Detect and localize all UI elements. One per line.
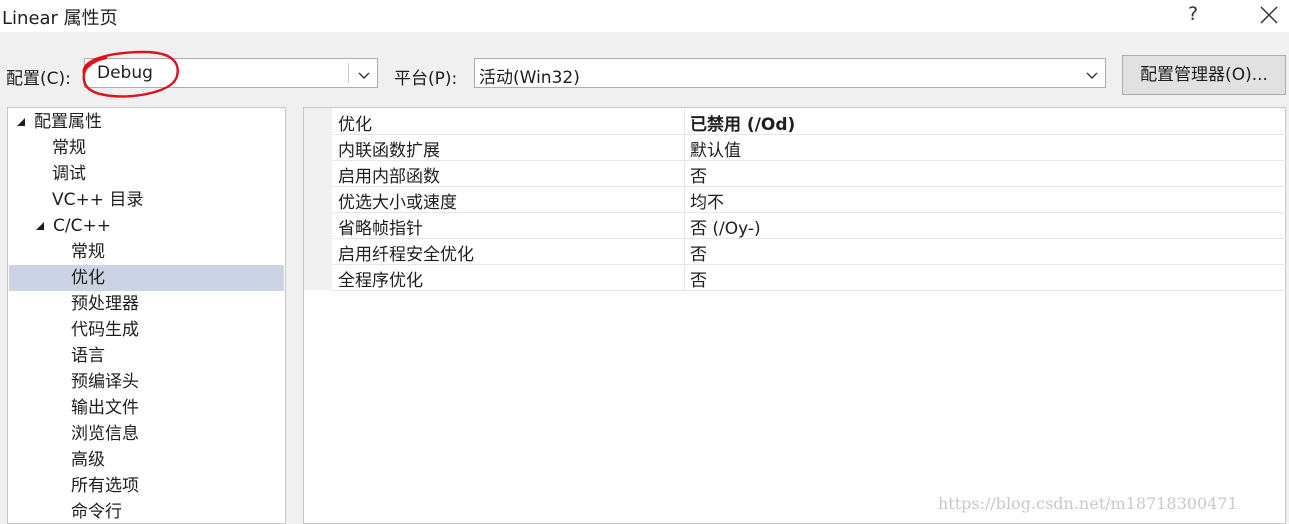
tree-item-label: 优化: [71, 268, 105, 288]
watermark: https://blog.csdn.net/m18718300471: [938, 494, 1238, 513]
property-value[interactable]: 否: [690, 162, 707, 187]
grid-gutter: [304, 108, 332, 290]
config-select[interactable]: Debug: [84, 58, 378, 88]
property-value[interactable]: 已禁用 (/Od): [690, 110, 795, 135]
config-select-value: Debug: [97, 63, 153, 83]
property-name: 内联函数扩展: [338, 141, 440, 161]
property-name: 优选大小或速度: [338, 193, 457, 213]
tree-item-advanced[interactable]: 高级: [71, 447, 105, 473]
property-value[interactable]: 否: [690, 266, 707, 291]
property-row[interactable]: 启用纤程安全优化 否: [332, 239, 1286, 265]
title-bar: Linear 属性页 ?: [0, 0, 1289, 32]
property-grid[interactable]: 优化 已禁用 (/Od) 内联函数扩展 默认值 启用内部函数 否 优选大小或速度…: [303, 107, 1286, 524]
tree-item-label: C/C++: [53, 216, 111, 236]
property-row[interactable]: 启用内部函数 否: [332, 161, 1286, 187]
property-name: 启用内部函数: [338, 167, 440, 187]
expanded-triangle-icon[interactable]: [16, 117, 26, 127]
column-divider: [684, 187, 685, 212]
property-value[interactable]: 否: [690, 240, 707, 265]
tree-item-config-properties[interactable]: 配置属性: [14, 109, 284, 135]
property-value[interactable]: 均不: [690, 188, 724, 213]
column-divider: [684, 109, 685, 134]
chevron-down-icon[interactable]: [1085, 67, 1099, 79]
tree-item-language[interactable]: 语言: [71, 343, 105, 369]
tree-item-all-options[interactable]: 所有选项: [71, 473, 139, 499]
column-divider: [684, 161, 685, 186]
help-button[interactable]: ?: [1188, 3, 1198, 25]
tree-item-cpp[interactable]: C/C++: [33, 213, 283, 239]
tree-item-browse-information[interactable]: 浏览信息: [71, 421, 139, 447]
tree-item-general[interactable]: 常规: [52, 135, 86, 161]
property-name: 启用纤程安全优化: [338, 245, 474, 265]
property-name: 省略帧指针: [338, 219, 423, 239]
property-name: 优化: [338, 115, 372, 135]
property-tree[interactable]: 配置属性 常规 调试 VC++ 目录 C/C++ 常规 优化 预处理器 代码生成…: [7, 107, 286, 524]
tree-item-output-files[interactable]: 输出文件: [71, 395, 139, 421]
close-icon[interactable]: [1258, 4, 1280, 26]
tree-item-cpp-general[interactable]: 常规: [71, 239, 105, 265]
property-name: 全程序优化: [338, 271, 423, 291]
window-title: Linear 属性页: [2, 8, 118, 29]
tree-item-precompiled-headers[interactable]: 预编译头: [71, 369, 139, 395]
column-divider: [684, 135, 685, 160]
property-value[interactable]: 否 (/Oy-): [690, 214, 761, 239]
tree-item-optimization[interactable]: 优化: [9, 265, 284, 291]
platform-select-value: 活动(Win32): [479, 68, 580, 88]
chevron-down-icon[interactable]: [357, 67, 371, 79]
property-row[interactable]: 优化 已禁用 (/Od): [332, 109, 1286, 135]
tree-item-preprocessor[interactable]: 预处理器: [71, 291, 139, 317]
column-divider: [684, 213, 685, 238]
tree-item-label: 配置属性: [34, 112, 102, 132]
platform-label: 平台(P):: [394, 69, 458, 89]
combo-separator: [348, 63, 349, 83]
tree-item-code-generation[interactable]: 代码生成: [71, 317, 139, 343]
column-divider: [684, 239, 685, 264]
property-row[interactable]: 全程序优化 否: [332, 265, 1286, 291]
tree-item-debugging[interactable]: 调试: [52, 161, 86, 187]
expanded-triangle-icon[interactable]: [35, 221, 45, 231]
platform-select[interactable]: 活动(Win32): [474, 58, 1106, 88]
tree-item-command-line[interactable]: 命令行: [71, 499, 122, 523]
property-value[interactable]: 默认值: [690, 136, 741, 161]
property-row[interactable]: 内联函数扩展 默认值: [332, 135, 1286, 161]
config-label: 配置(C):: [6, 69, 71, 89]
property-row[interactable]: 省略帧指针 否 (/Oy-): [332, 213, 1286, 239]
tree-item-vc-directories[interactable]: VC++ 目录: [52, 187, 143, 213]
configuration-manager-button[interactable]: 配置管理器(O)...: [1122, 55, 1286, 95]
property-row[interactable]: 优选大小或速度 均不: [332, 187, 1286, 213]
column-divider: [684, 265, 685, 290]
